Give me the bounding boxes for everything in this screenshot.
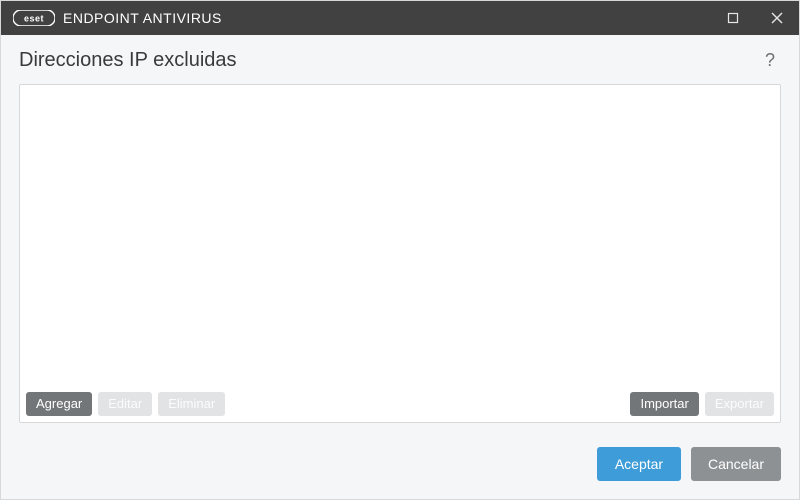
help-button[interactable]: ? xyxy=(759,50,781,71)
content-area: Direcciones IP excluidas ? Agregar Edita… xyxy=(1,35,799,433)
export-button: Exportar xyxy=(705,392,774,416)
import-button[interactable]: Importar xyxy=(630,392,698,416)
edit-button: Editar xyxy=(98,392,152,416)
dialog-footer: Aceptar Cancelar xyxy=(1,433,799,499)
app-window: eset ENDPOINT ANTIVIRUS Direcciones IP e… xyxy=(0,0,800,500)
page-title: Direcciones IP excluidas xyxy=(19,49,237,72)
ok-button[interactable]: Aceptar xyxy=(597,447,681,481)
product-name: ENDPOINT ANTIVIRUS xyxy=(63,10,222,26)
maximize-icon xyxy=(727,12,739,24)
svg-text:eset: eset xyxy=(24,14,44,24)
window-maximize-button[interactable] xyxy=(711,1,755,35)
add-button[interactable]: Agregar xyxy=(26,392,92,416)
remove-button: Eliminar xyxy=(158,392,225,416)
brand-logo-icon: eset xyxy=(13,10,55,26)
panel-toolbar: Agregar Editar Eliminar Importar Exporta… xyxy=(20,387,780,422)
ip-list[interactable] xyxy=(20,85,780,387)
close-icon xyxy=(771,12,783,24)
ip-list-panel: Agregar Editar Eliminar Importar Exporta… xyxy=(19,84,781,423)
titlebar: eset ENDPOINT ANTIVIRUS xyxy=(1,1,799,35)
cancel-button[interactable]: Cancelar xyxy=(691,447,781,481)
window-close-button[interactable] xyxy=(755,1,799,35)
